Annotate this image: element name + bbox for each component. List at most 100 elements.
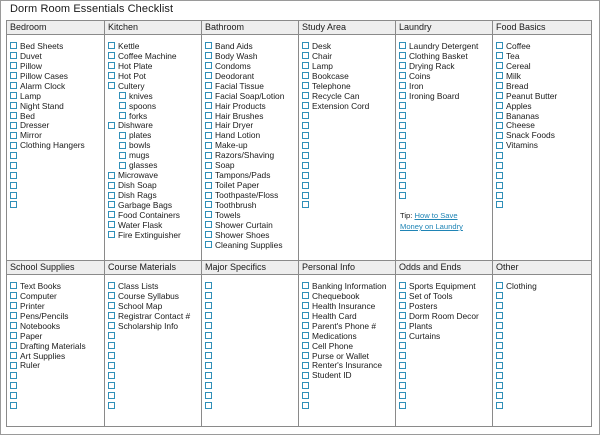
checkbox-icon[interactable] <box>205 332 212 340</box>
checkbox-icon[interactable] <box>302 391 309 399</box>
checkbox-icon[interactable] <box>496 171 503 179</box>
checkbox-icon[interactable] <box>399 102 406 110</box>
checkbox-icon[interactable] <box>496 292 503 300</box>
checkbox-icon[interactable] <box>108 221 115 229</box>
checkbox-icon[interactable] <box>108 52 115 60</box>
checkbox-icon[interactable] <box>399 181 406 189</box>
checkbox-icon[interactable] <box>496 121 503 129</box>
checkbox-icon[interactable] <box>10 322 17 330</box>
checkbox-icon[interactable] <box>399 391 406 399</box>
checkbox-icon[interactable] <box>205 141 212 149</box>
checkbox-icon[interactable] <box>302 381 309 389</box>
checkbox-icon[interactable] <box>108 312 115 320</box>
checkbox-icon[interactable] <box>10 141 17 149</box>
checkbox-icon[interactable] <box>205 62 212 70</box>
checkbox-icon[interactable] <box>302 151 309 159</box>
checkbox-icon[interactable] <box>10 102 17 110</box>
checkbox-icon[interactable] <box>496 361 503 369</box>
checkbox-icon[interactable] <box>108 201 115 209</box>
checkbox-icon[interactable] <box>205 361 212 369</box>
checkbox-icon[interactable] <box>205 241 212 249</box>
checkbox-icon[interactable] <box>399 82 406 90</box>
checkbox-icon[interactable] <box>10 171 17 179</box>
checkbox-icon[interactable] <box>10 401 17 409</box>
checkbox-icon[interactable] <box>205 391 212 399</box>
checkbox-icon[interactable] <box>10 352 17 360</box>
checkbox-icon[interactable] <box>108 292 115 300</box>
checkbox-icon[interactable] <box>119 151 126 159</box>
checkbox-icon[interactable] <box>205 302 212 310</box>
checkbox-icon[interactable] <box>108 391 115 399</box>
checkbox-icon[interactable] <box>496 102 503 110</box>
checkbox-icon[interactable] <box>302 52 309 60</box>
checkbox-icon[interactable] <box>496 332 503 340</box>
checkbox-icon[interactable] <box>496 322 503 330</box>
checkbox-icon[interactable] <box>496 181 503 189</box>
checkbox-icon[interactable] <box>496 42 503 50</box>
checkbox-icon[interactable] <box>399 302 406 310</box>
checkbox-icon[interactable] <box>302 82 309 90</box>
checkbox-icon[interactable] <box>10 371 17 379</box>
checkbox-icon[interactable] <box>399 332 406 340</box>
checkbox-icon[interactable] <box>10 52 17 60</box>
checkbox-icon[interactable] <box>205 211 212 219</box>
checkbox-icon[interactable] <box>108 82 115 90</box>
checkbox-icon[interactable] <box>108 302 115 310</box>
checkbox-icon[interactable] <box>108 332 115 340</box>
checkbox-icon[interactable] <box>119 102 126 110</box>
checkbox-icon[interactable] <box>205 42 212 50</box>
checkbox-icon[interactable] <box>302 102 309 110</box>
checkbox-icon[interactable] <box>205 322 212 330</box>
checkbox-icon[interactable] <box>205 161 212 169</box>
checkbox-icon[interactable] <box>496 151 503 159</box>
checkbox-icon[interactable] <box>205 381 212 389</box>
checkbox-icon[interactable] <box>496 62 503 70</box>
checkbox-icon[interactable] <box>205 292 212 300</box>
checkbox-icon[interactable] <box>108 42 115 50</box>
checkbox-icon[interactable] <box>302 42 309 50</box>
checkbox-icon[interactable] <box>302 141 309 149</box>
checkbox-icon[interactable] <box>10 342 17 350</box>
checkbox-icon[interactable] <box>302 201 309 209</box>
checkbox-icon[interactable] <box>205 371 212 379</box>
checkbox-icon[interactable] <box>10 82 17 90</box>
checkbox-icon[interactable] <box>10 381 17 389</box>
checkbox-icon[interactable] <box>302 282 309 290</box>
checkbox-icon[interactable] <box>10 151 17 159</box>
checkbox-icon[interactable] <box>496 141 503 149</box>
checkbox-icon[interactable] <box>205 72 212 80</box>
checkbox-icon[interactable] <box>10 42 17 50</box>
checkbox-icon[interactable] <box>205 151 212 159</box>
checkbox-icon[interactable] <box>108 401 115 409</box>
checkbox-icon[interactable] <box>496 401 503 409</box>
checkbox-icon[interactable] <box>496 342 503 350</box>
checkbox-icon[interactable] <box>205 352 212 360</box>
checkbox-icon[interactable] <box>205 342 212 350</box>
checkbox-icon[interactable] <box>108 231 115 239</box>
checkbox-icon[interactable] <box>119 112 126 120</box>
checkbox-icon[interactable] <box>10 332 17 340</box>
checkbox-icon[interactable] <box>205 102 212 110</box>
checkbox-icon[interactable] <box>496 131 503 139</box>
checkbox-icon[interactable] <box>399 352 406 360</box>
checkbox-icon[interactable] <box>10 131 17 139</box>
checkbox-icon[interactable] <box>399 361 406 369</box>
checkbox-icon[interactable] <box>302 171 309 179</box>
checkbox-icon[interactable] <box>108 381 115 389</box>
checkbox-icon[interactable] <box>302 332 309 340</box>
tip-link-line1[interactable]: How to Save <box>415 211 458 220</box>
checkbox-icon[interactable] <box>108 191 115 199</box>
checkbox-icon[interactable] <box>108 352 115 360</box>
checkbox-icon[interactable] <box>302 371 309 379</box>
checkbox-icon[interactable] <box>496 312 503 320</box>
checkbox-icon[interactable] <box>205 131 212 139</box>
checkbox-icon[interactable] <box>399 191 406 199</box>
checkbox-icon[interactable] <box>302 92 309 100</box>
checkbox-icon[interactable] <box>10 282 17 290</box>
checkbox-icon[interactable] <box>496 381 503 389</box>
checkbox-icon[interactable] <box>10 62 17 70</box>
checkbox-icon[interactable] <box>108 181 115 189</box>
checkbox-icon[interactable] <box>302 121 309 129</box>
checkbox-icon[interactable] <box>205 112 212 120</box>
checkbox-icon[interactable] <box>399 342 406 350</box>
